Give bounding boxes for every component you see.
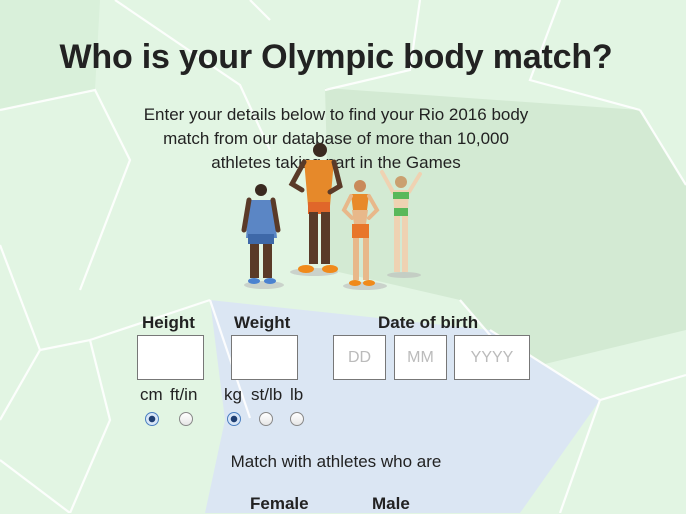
dob-year-input[interactable]	[454, 335, 530, 380]
height-unit-cm-label: cm	[140, 385, 163, 404]
height-unit-ftin-radio[interactable]	[179, 412, 193, 426]
match-label: Match with athletes who are	[230, 452, 442, 471]
page-title: Who is your Olympic body match?	[59, 38, 613, 76]
height-unit-ftin-label: ft/in	[170, 385, 198, 404]
dob-label: Date of birth	[378, 313, 479, 332]
male-option-label[interactable]: Male	[372, 494, 410, 514]
weight-unit-kg-label: kg	[224, 385, 242, 404]
weight-unit-stlb-label: st/lb	[251, 385, 283, 404]
weight-unit-stlb-radio[interactable]	[259, 412, 273, 426]
athletes-illustration	[241, 143, 422, 290]
weight-unit-lb-label: lb	[290, 385, 304, 404]
female-option-label[interactable]: Female	[250, 494, 309, 514]
intro-line-1: Enter your details below to find your Ri…	[143, 105, 529, 124]
dob-month-input[interactable]	[394, 335, 447, 380]
height-input[interactable]	[137, 335, 204, 380]
weight-label: Weight	[234, 313, 291, 332]
height-unit-cm-radio[interactable]	[145, 412, 159, 426]
weight-unit-lb-radio[interactable]	[290, 412, 304, 426]
dob-day-input[interactable]	[333, 335, 386, 380]
weight-unit-kg-radio[interactable]	[227, 412, 241, 426]
height-label: Height	[142, 313, 195, 332]
weight-input[interactable]	[231, 335, 298, 380]
